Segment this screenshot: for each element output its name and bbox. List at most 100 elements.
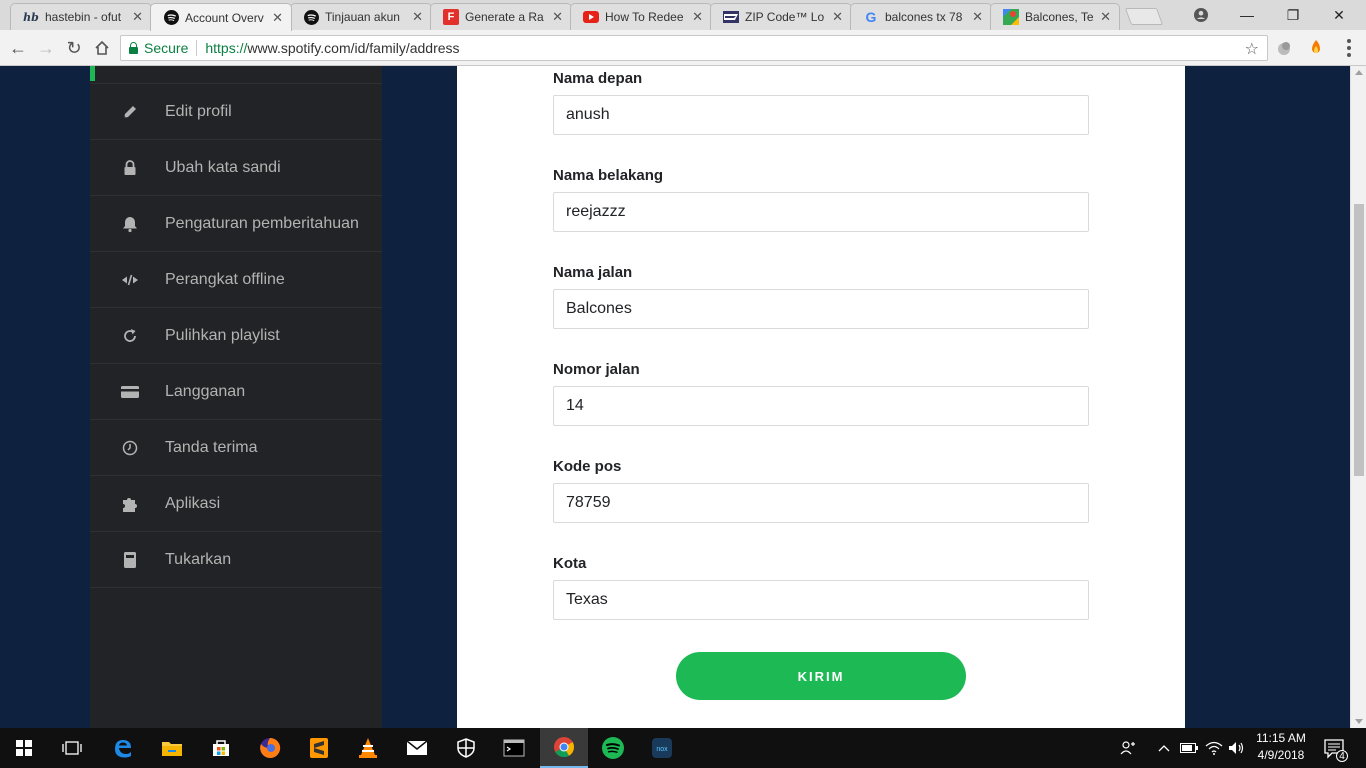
- clock-icon: [120, 438, 140, 458]
- windows-start-icon[interactable]: [0, 728, 48, 768]
- close-icon[interactable]: ✕: [692, 9, 703, 25]
- extension-icon[interactable]: [1274, 38, 1294, 58]
- nox-player-icon[interactable]: nox: [638, 728, 686, 768]
- street-name-field[interactable]: [553, 289, 1089, 329]
- tab-tinjauan-akun[interactable]: Tinjauan akun ✕: [290, 3, 432, 30]
- close-icon[interactable]: ✕: [1100, 9, 1111, 25]
- tab-title: Balcones, Texa: [1025, 10, 1094, 24]
- store-icon[interactable]: [197, 728, 245, 768]
- url-protocol: https://: [205, 40, 248, 56]
- reload-icon[interactable]: ↻: [62, 36, 86, 60]
- close-icon[interactable]: ✕: [972, 9, 983, 25]
- sidebar-item-edit-profile[interactable]: Edit profil: [90, 84, 382, 140]
- chrome-menu-icon[interactable]: [1341, 38, 1357, 58]
- secure-label: Secure: [144, 40, 189, 56]
- street-name-label: Nama jalan: [553, 264, 633, 281]
- sidebar-item-recover-playlists[interactable]: Pulihkan playlist: [90, 308, 382, 364]
- forward-icon[interactable]: →: [34, 36, 58, 60]
- fire-extension-icon[interactable]: [1306, 38, 1326, 58]
- spotify-icon: [163, 10, 179, 26]
- minimize-icon[interactable]: —: [1224, 0, 1270, 30]
- submit-button[interactable]: KIRIM: [676, 652, 966, 700]
- city-field[interactable]: [553, 580, 1089, 620]
- tab-strip: hb hastebin - ofut ✕ Account Overv ✕ Tin…: [0, 0, 1366, 31]
- tab-google-search[interactable]: G balcones tx 78 ✕: [850, 3, 992, 30]
- sidebar-item-notification-settings[interactable]: Pengaturan pemberitahuan: [90, 196, 382, 252]
- sidebar-item-label: Ubah kata sandi: [165, 158, 281, 176]
- bookmark-star-icon[interactable]: ☆: [1245, 39, 1259, 59]
- battery-icon[interactable]: [1178, 728, 1200, 768]
- sidebar-item-label: Edit profil: [165, 102, 232, 120]
- youtube-icon: [583, 9, 599, 25]
- restore-icon[interactable]: ❐: [1270, 0, 1316, 30]
- chevron-up-icon[interactable]: [1154, 728, 1174, 768]
- tab-title: Tinjauan akun: [325, 10, 400, 24]
- task-view-icon[interactable]: [48, 728, 96, 768]
- back-icon[interactable]: ←: [6, 36, 30, 60]
- close-icon[interactable]: ✕: [272, 10, 283, 26]
- sublime-text-icon[interactable]: [295, 728, 343, 768]
- sidebar-item-subscription[interactable]: Langganan: [90, 364, 382, 420]
- vlc-icon[interactable]: [344, 728, 392, 768]
- tab-account-overview[interactable]: Account Overv ✕: [150, 3, 292, 31]
- system-clock[interactable]: 11:15 AM 4/9/2018: [1246, 730, 1316, 766]
- lock-icon: [120, 158, 140, 178]
- url-path: www.spotify.com/id/family/address: [247, 40, 460, 56]
- new-tab-button[interactable]: [1124, 8, 1164, 25]
- hastebin-icon: hb: [23, 10, 39, 24]
- tab-google-maps[interactable]: Balcones, Texa ✕: [990, 3, 1120, 30]
- mail-icon[interactable]: [393, 728, 441, 768]
- window-close-icon[interactable]: ✕: [1316, 0, 1362, 30]
- profile-icon[interactable]: [1178, 0, 1224, 30]
- tab-title: hastebin - ofut: [45, 10, 122, 24]
- people-icon[interactable]: [1116, 728, 1140, 768]
- wifi-icon[interactable]: [1203, 728, 1225, 768]
- tab-generate[interactable]: F Generate a Ra ✕: [430, 3, 572, 30]
- postal-code-field[interactable]: [553, 483, 1089, 523]
- security-shield-icon[interactable]: [442, 728, 490, 768]
- first-name-field[interactable]: [553, 95, 1089, 135]
- scroll-up-icon[interactable]: [1355, 70, 1363, 75]
- tab-title: balcones tx 78: [885, 10, 963, 24]
- sidebar-item-label: Langganan: [165, 382, 246, 400]
- chrome-icon[interactable]: [540, 728, 588, 768]
- account-sidebar: Edit profil Ubah kata sandi Pengaturan p…: [90, 66, 382, 728]
- gift-card-icon: [120, 550, 140, 570]
- first-name-label: Nama depan: [553, 70, 643, 87]
- spotify-taskbar-icon[interactable]: [589, 728, 637, 768]
- edge-icon[interactable]: [99, 728, 147, 768]
- refresh-icon: [120, 326, 140, 346]
- close-icon[interactable]: ✕: [552, 9, 563, 25]
- separator: [196, 40, 198, 56]
- scrollbar-thumb[interactable]: [1354, 204, 1364, 476]
- command-prompt-icon[interactable]: [490, 728, 538, 768]
- file-explorer-icon[interactable]: [148, 728, 196, 768]
- home-icon[interactable]: [90, 36, 114, 60]
- street-number-field[interactable]: [553, 386, 1089, 426]
- page: Edit profil Ubah kata sandi Pengaturan p…: [0, 66, 1350, 728]
- tab-youtube[interactable]: How To Redee ✕: [570, 3, 712, 30]
- tab-hastebin[interactable]: hb hastebin - ofut ✕: [10, 3, 152, 30]
- sidebar-item-receipts[interactable]: Tanda terima: [90, 420, 382, 476]
- tab-title: Account Overv: [185, 10, 264, 25]
- active-indicator: [90, 66, 95, 81]
- sidebar-item-change-password[interactable]: Ubah kata sandi: [90, 140, 382, 196]
- firefox-icon[interactable]: [246, 728, 294, 768]
- tab-zip-code[interactable]: ZIP Code™ Lo ✕: [710, 3, 852, 30]
- sidebar-item-offline-devices[interactable]: Perangkat offline: [90, 252, 382, 308]
- last-name-label: Nama belakang: [553, 167, 664, 184]
- sidebar-item-redeem[interactable]: Tukarkan: [90, 532, 382, 588]
- close-icon[interactable]: ✕: [832, 9, 843, 25]
- address-bar[interactable]: Secure https://www.spotify.com/id/family…: [120, 35, 1268, 61]
- volume-icon[interactable]: [1226, 728, 1248, 768]
- notification-count-badge: 4: [1336, 750, 1348, 762]
- page-scrollbar[interactable]: [1350, 66, 1366, 728]
- sidebar-item-label: Pulihkan playlist: [165, 326, 280, 344]
- sidebar-item-apps[interactable]: Aplikasi: [90, 476, 382, 532]
- close-icon[interactable]: ✕: [132, 9, 143, 25]
- last-name-field[interactable]: [553, 192, 1089, 232]
- scroll-down-icon[interactable]: [1355, 719, 1363, 724]
- secure-indicator[interactable]: Secure: [129, 40, 188, 56]
- action-center-icon[interactable]: 4: [1322, 736, 1348, 762]
- close-icon[interactable]: ✕: [412, 9, 423, 25]
